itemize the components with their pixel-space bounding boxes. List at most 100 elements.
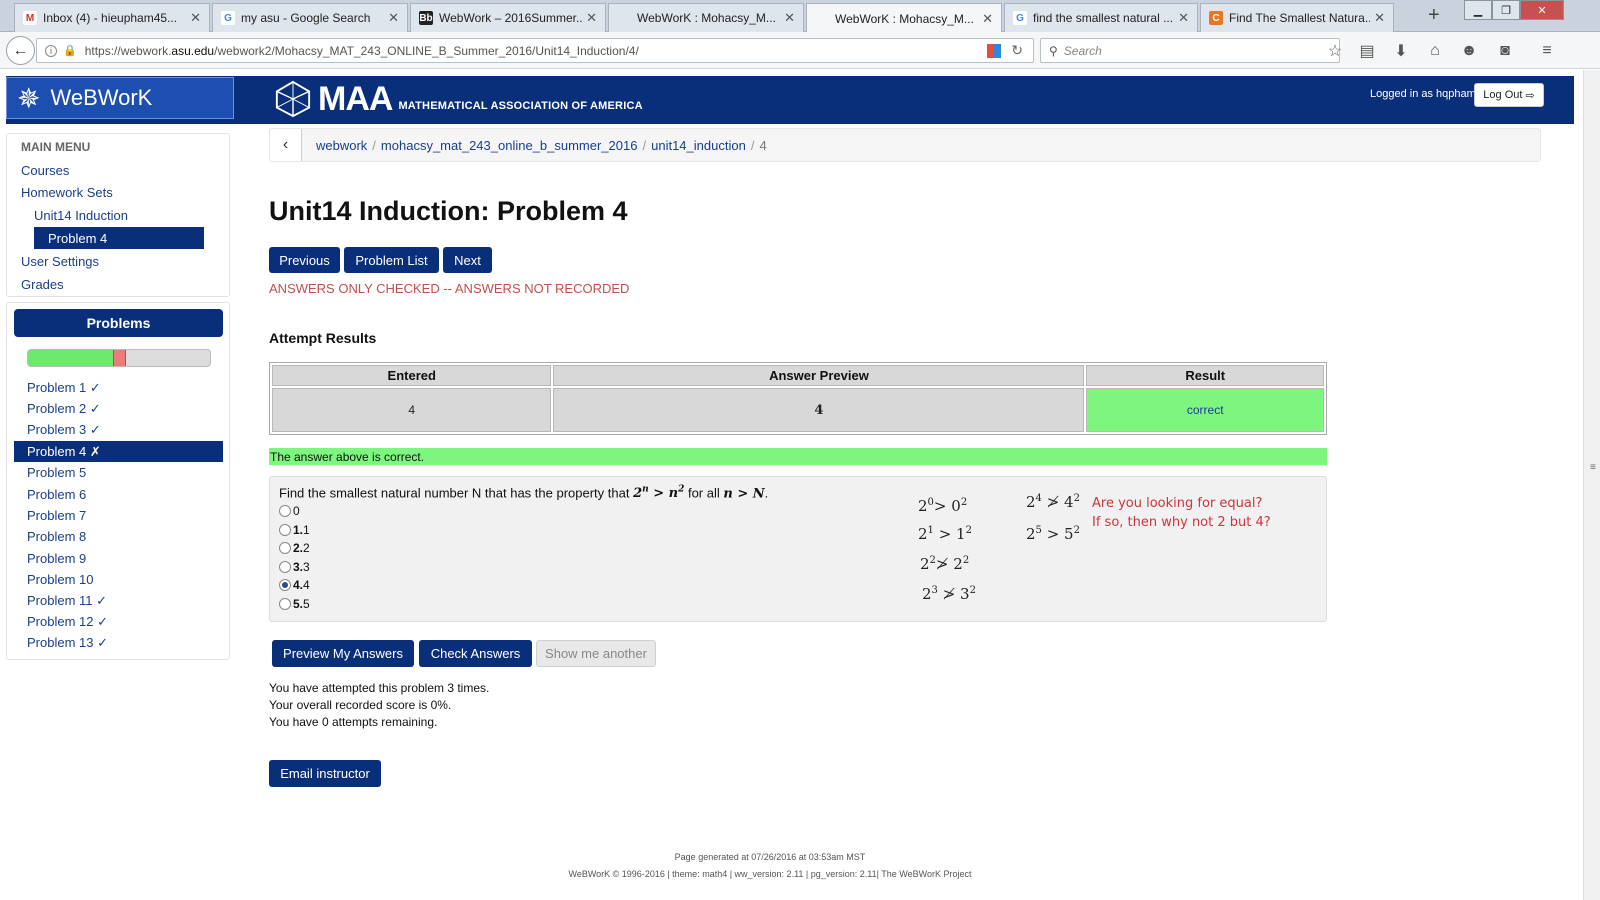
problem-link[interactable]: Problem 8 (14, 526, 223, 547)
menu-set-link[interactable]: Unit14 Induction (34, 208, 128, 223)
logout-button[interactable]: Log Out ⇨ (1474, 83, 1544, 107)
window-close-button[interactable]: ✕ (1520, 0, 1564, 20)
extension-icon[interactable] (987, 43, 1002, 58)
new-tab-button[interactable]: + (1428, 4, 1440, 27)
problems-panel: Problems Problem 1 ✓ Problem 2 ✓ Problem 3… (6, 302, 230, 660)
problem-list-button[interactable]: Problem List (344, 247, 439, 273)
browser-tab[interactable]: C Find The Smallest Natura... ✕ (1200, 3, 1394, 32)
handwritten-note: 25 > 52 (1026, 525, 1080, 543)
search-input[interactable]: ⚲ Search (1040, 38, 1340, 63)
answer-option[interactable]: 1. 1 (279, 523, 310, 537)
tab-close-icon[interactable]: ✕ (1178, 10, 1189, 26)
radio-button[interactable] (279, 505, 291, 517)
preview-answers-button[interactable]: Preview My Answers (272, 640, 414, 667)
radio-button[interactable] (279, 523, 291, 536)
tab-close-icon[interactable]: ✕ (586, 10, 597, 26)
browser-tab[interactable]: WebWorK : Mohacsy_M... ✕ (806, 3, 1002, 33)
menu-current-problem[interactable]: Problem 4 (34, 227, 204, 249)
problem-link[interactable]: Problem 13 ✓ (14, 633, 223, 654)
problem-link[interactable]: Problem 4 ✗ (14, 440, 223, 463)
next-button[interactable]: Next (443, 247, 492, 273)
menu-user-settings-link[interactable]: User Settings (21, 254, 99, 269)
minimize-button[interactable]: ▁ (1464, 0, 1492, 20)
maximize-button[interactable]: ❐ (1492, 0, 1520, 20)
tab-close-icon[interactable]: ✕ (982, 11, 993, 27)
option-label: 2 (303, 541, 310, 556)
problem-link[interactable]: Problem 6 (14, 483, 223, 504)
header-entered: Entered (272, 365, 552, 386)
option-label: 3 (303, 559, 310, 574)
tab-close-icon[interactable]: ✕ (1374, 10, 1385, 26)
radio-button[interactable] (279, 560, 291, 573)
back-arrow-icon[interactable]: ← (6, 36, 35, 65)
result-value: correct (1086, 388, 1324, 432)
problem-link[interactable]: Problem 2 ✓ (14, 398, 223, 419)
bookmark-star-icon[interactable]: ☆ (1324, 40, 1346, 62)
radio-button[interactable] (279, 579, 291, 592)
email-instructor-button[interactable]: Email instructor (269, 760, 381, 787)
menu-courses-link[interactable]: Courses (21, 163, 69, 178)
chat-icon[interactable]: ☻ (1458, 40, 1480, 62)
breadcrumb-webwork[interactable]: webwork (316, 138, 367, 153)
main-menu-title: MAIN MENU (21, 140, 91, 154)
problem-link[interactable]: Problem 10 (14, 569, 223, 590)
url-bar[interactable]: i 🔒 https://webwork.asu.edu/webwork2/Moh… (36, 38, 1034, 63)
option-label: 1 (303, 522, 310, 537)
home-icon[interactable]: ⌂ (1424, 40, 1446, 62)
reading-list-icon[interactable]: ▤ (1356, 40, 1378, 62)
reload-icon[interactable]: ↻ (1011, 42, 1023, 59)
answer-option[interactable]: 4. 4 (279, 578, 310, 592)
page-scrollbar[interactable]: ≡ (1583, 70, 1600, 900)
menu-icon[interactable]: ≡ (1536, 40, 1558, 62)
previous-button[interactable]: Previous (269, 247, 340, 273)
problem-list: Problem 1 ✓ Problem 2 ✓ Problem 3 ✓ Problem… (14, 377, 223, 654)
maa-logo[interactable]: MAA MATHEMATICAL ASSOCIATION OF AMERICA (274, 80, 643, 118)
radio-button[interactable] (279, 598, 291, 610)
browser-tab[interactable]: Bb WebWork – 2016Summer... ✕ (410, 3, 606, 32)
browser-tab[interactable]: M Inbox (4) - hieupham45... ✕ (14, 3, 210, 32)
overall-score: Your overall recorded score is 0%. (269, 698, 452, 712)
breadcrumb-separator: / (372, 137, 376, 153)
show-another-button[interactable]: Show me another (536, 640, 656, 667)
browser-tab[interactable]: Gmy asu - Google Search ✕ (212, 3, 408, 32)
tab-close-icon[interactable]: ✕ (388, 10, 399, 26)
answer-option[interactable]: 5. 5 (279, 597, 310, 611)
tab-close-icon[interactable]: ✕ (784, 10, 795, 26)
answer-option[interactable]: 0 (279, 504, 300, 518)
browser-tab[interactable]: WebWorK : Mohacsy_M... ✕ (608, 3, 804, 32)
google-icon: G (1013, 11, 1027, 25)
info-icon[interactable]: i (45, 44, 57, 57)
breadcrumb-set[interactable]: unit14_induction (651, 138, 746, 153)
check-answers-button[interactable]: Check Answers (419, 640, 532, 667)
option-number: 1. (293, 522, 304, 537)
attempts-count: You have attempted this problem 3 times. (269, 681, 490, 695)
problem-link[interactable]: Problem 3 ✓ (14, 420, 223, 441)
breadcrumb-course[interactable]: mohacsy_mat_243_online_b_summer_2016 (381, 138, 638, 153)
download-icon[interactable]: ⬇ (1390, 40, 1412, 62)
radio-button[interactable] (279, 542, 291, 555)
webwork-logo[interactable]: ✵ WeBWorK (6, 77, 234, 119)
browser-tab[interactable]: Gfind the smallest natural ... ✕ (1004, 3, 1198, 32)
tab-label: Inbox (4) - hieupham45... (43, 11, 178, 25)
answer-option[interactable]: 2. 2 (279, 541, 310, 555)
logout-icon: ⇨ (1522, 89, 1535, 102)
handwritten-note: 21 > 12 (918, 525, 972, 543)
problem-link[interactable]: Problem 5 (14, 462, 223, 483)
answer-option[interactable]: 3. 3 (279, 560, 310, 574)
problem-link[interactable]: Problem 11 ✓ (14, 590, 223, 611)
page-icon (815, 12, 829, 26)
results-table: Entered Answer Preview Result 4 4 correc… (269, 362, 1327, 435)
handwritten-note: 20> 02 (918, 497, 968, 515)
problem-link[interactable]: Problem 1 ✓ (14, 377, 223, 398)
problem-link[interactable]: Problem 9 (14, 547, 223, 568)
problem-link[interactable]: Problem 7 (14, 505, 223, 526)
menu-homework-sets-link[interactable]: Homework Sets (21, 185, 113, 200)
tab-close-icon[interactable]: ✕ (190, 10, 201, 26)
problem-link[interactable]: Problem 12 ✓ (14, 611, 223, 632)
scroll-grip-icon[interactable]: ≡ (1590, 462, 1596, 473)
pocket-icon[interactable]: ◙ (1494, 40, 1516, 62)
handwritten-note: 24 ≯ 42 (1026, 493, 1080, 511)
chevron-left-icon[interactable]: ‹ (270, 129, 302, 161)
option-label: 4 (303, 578, 310, 593)
menu-grades-link[interactable]: Grades (21, 277, 64, 292)
